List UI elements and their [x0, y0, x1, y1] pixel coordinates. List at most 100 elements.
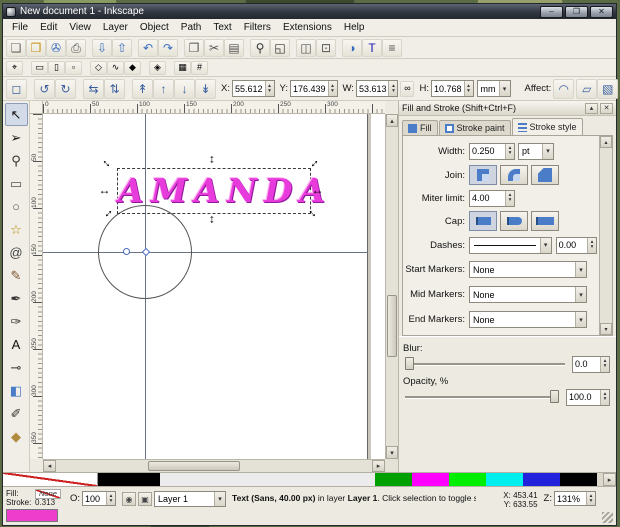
resize-grip[interactable]	[602, 512, 613, 523]
x-input[interactable]: 55.612 ▴ ▾	[231, 80, 275, 97]
spinner-arrows-icon[interactable]: ▴ ▾	[586, 492, 595, 505]
stroke-width-input[interactable]: 0.250 ▴ ▾	[469, 142, 515, 160]
cap-butt-button[interactable]	[469, 211, 497, 231]
copy-button[interactable]: ❐	[184, 38, 204, 57]
group-button[interactable]: ⊡	[316, 38, 336, 57]
menu-item[interactable]: Path	[175, 21, 208, 34]
rectangle-tool[interactable]: ▭	[5, 172, 28, 195]
lock-ratio-toggle[interactable]: ∞	[400, 80, 415, 97]
layer-visibility-toggle[interactable]: ◉	[122, 492, 137, 506]
width-input[interactable]: 53.613 ▴ ▾	[355, 80, 399, 97]
blur-value[interactable]: 0.0	[573, 357, 590, 372]
vertical-scrollbar[interactable]: ▴ ▾	[385, 114, 398, 459]
opacity-slider[interactable]	[403, 389, 561, 405]
select-all-button[interactable]: ◻	[6, 78, 27, 99]
paint-bucket-tool[interactable]: ◆	[5, 425, 28, 448]
scrollbar-track[interactable]	[386, 127, 398, 446]
menu-item[interactable]: Edit	[34, 21, 63, 34]
snap-guide-button[interactable]: #	[191, 60, 208, 75]
h-value[interactable]: 10.768	[432, 81, 464, 96]
duplicate-button[interactable]: ◫	[296, 38, 316, 57]
star-tool[interactable]: ☆	[5, 218, 28, 241]
rotate-ccw-button[interactable]: ↺	[34, 78, 55, 99]
black-swatch-2[interactable]	[560, 473, 597, 486]
y-value[interactable]: 176.439	[291, 81, 328, 96]
save-button[interactable]: ✇	[46, 38, 66, 57]
minimize-button[interactable]: –	[540, 5, 563, 18]
y-input[interactable]: 176.439 ▴ ▾	[289, 80, 338, 97]
snap-toggle-button[interactable]: ⌖	[6, 60, 23, 75]
zoom-page-button[interactable]: ◱	[270, 38, 290, 57]
connector-tool[interactable]: ⊸	[5, 356, 28, 379]
path-node[interactable]	[123, 248, 130, 255]
raise-button[interactable]: ↑	[153, 78, 174, 99]
dialog-tab[interactable]: Stroke paint	[438, 120, 511, 135]
undo-button[interactable]: ↶	[138, 38, 158, 57]
horizontal-scrollbar[interactable]: ◂ ▸	[43, 459, 385, 472]
w-value[interactable]: 53.613	[357, 81, 389, 96]
menu-item[interactable]: Object	[134, 21, 175, 34]
marker-dropdown[interactable]: None ▾	[469, 261, 587, 278]
layer-lock-toggle[interactable]: ▣	[138, 492, 153, 506]
spinner-arrows-icon[interactable]: ▴ ▾	[600, 356, 609, 372]
move-gradients-toggle[interactable]: ▧	[597, 78, 619, 99]
scroll-down-button[interactable]: ▾	[600, 323, 612, 335]
miter-limit-input[interactable]: 4.00 ▴ ▾	[469, 189, 515, 207]
snap-midpoint-button[interactable]: ◈	[149, 60, 166, 75]
lime-swatch[interactable]	[449, 473, 486, 486]
titlebar[interactable]: New document 1 - Inkscape – ❐ ✕	[3, 4, 616, 19]
miter-limit-value[interactable]: 4.00	[470, 191, 492, 206]
export-button[interactable]: ⇧	[112, 38, 132, 57]
marker-dropdown[interactable]: None ▾	[469, 311, 587, 328]
lower-bottom-button[interactable]: ↡	[195, 78, 216, 99]
stroke-color-swatch[interactable]	[6, 509, 58, 522]
spinner-arrows-icon[interactable]: ▴ ▾	[587, 237, 596, 253]
spinner-arrows-icon[interactable]: ▴ ▾	[388, 81, 398, 96]
align-dialog-button[interactable]: ≡	[382, 38, 402, 57]
snap-path-button[interactable]: ∿	[107, 60, 124, 75]
selector-tool[interactable]: ↖	[4, 103, 28, 126]
vertical-ruler[interactable]: 50 100 150 200 250 300 350	[30, 114, 43, 459]
import-button[interactable]: ⇩	[92, 38, 112, 57]
scroll-down-button[interactable]: ▾	[386, 446, 398, 459]
calligraphy-tool[interactable]: ✑	[5, 310, 28, 333]
cap-round-button[interactable]	[500, 211, 528, 231]
scrollbar-thumb[interactable]	[148, 461, 240, 471]
black-swatch[interactable]	[98, 473, 160, 486]
zoom-input[interactable]: 131% ▴ ▾	[554, 491, 596, 506]
zoom-tool[interactable]: ⚲	[5, 149, 28, 172]
raise-top-button[interactable]: ↟	[132, 78, 153, 99]
node-tool[interactable]: ➢	[5, 126, 28, 149]
marker-dropdown[interactable]: None ▾	[469, 286, 587, 303]
no-color-swatch[interactable]	[3, 473, 98, 486]
slider-handle[interactable]	[550, 390, 559, 403]
spinner-arrows-icon[interactable]: ▴ ▾	[327, 81, 337, 96]
open-document-button[interactable]: ❒	[26, 38, 46, 57]
layer-dropdown[interactable]: Layer 1 ▾	[154, 491, 227, 507]
scroll-up-button[interactable]: ▴	[386, 114, 398, 127]
green-swatch[interactable]	[375, 473, 412, 486]
snap-node-button[interactable]: ◇	[90, 60, 107, 75]
spinner-arrows-icon[interactable]: ▴ ▾	[106, 492, 116, 505]
menu-item[interactable]: Filters	[238, 21, 277, 34]
stroke-width-units-dropdown[interactable]: pt ▾	[518, 142, 554, 160]
scale-corners-toggle[interactable]: ▱	[576, 78, 598, 99]
flip-horizontal-button[interactable]: ⇆	[83, 78, 104, 99]
cap-square-button[interactable]	[531, 211, 559, 231]
pencil-tool[interactable]: ✎	[5, 264, 28, 287]
new-document-button[interactable]: ❏	[6, 38, 26, 57]
canvas[interactable]: AMANDA ↔ ↔ ↔ ↔ ↔ ↔ ↔ ↔	[43, 114, 385, 459]
opacity-value[interactable]: 100.0	[567, 390, 594, 405]
object-opacity-value[interactable]: 100	[83, 492, 102, 505]
text-tool[interactable]: A	[5, 333, 28, 356]
print-button[interactable]: ⎙	[66, 38, 86, 57]
opacity-input[interactable]: 100.0 ▴ ▾	[566, 388, 610, 406]
palette-scroll-button[interactable]: ▸	[603, 473, 616, 486]
slider-handle[interactable]	[405, 357, 414, 370]
blur-slider[interactable]	[403, 356, 567, 372]
dock-shade-button[interactable]: ▴	[585, 102, 598, 114]
zoom-drawing-button[interactable]: ⚲	[250, 38, 270, 57]
units-dropdown[interactable]: mm ▾	[476, 80, 511, 97]
dialog-titlebar[interactable]: Fill and Stroke (Shift+Ctrl+F) ▴ ✕	[399, 101, 616, 116]
text-object[interactable]: AMANDA	[118, 169, 325, 213]
